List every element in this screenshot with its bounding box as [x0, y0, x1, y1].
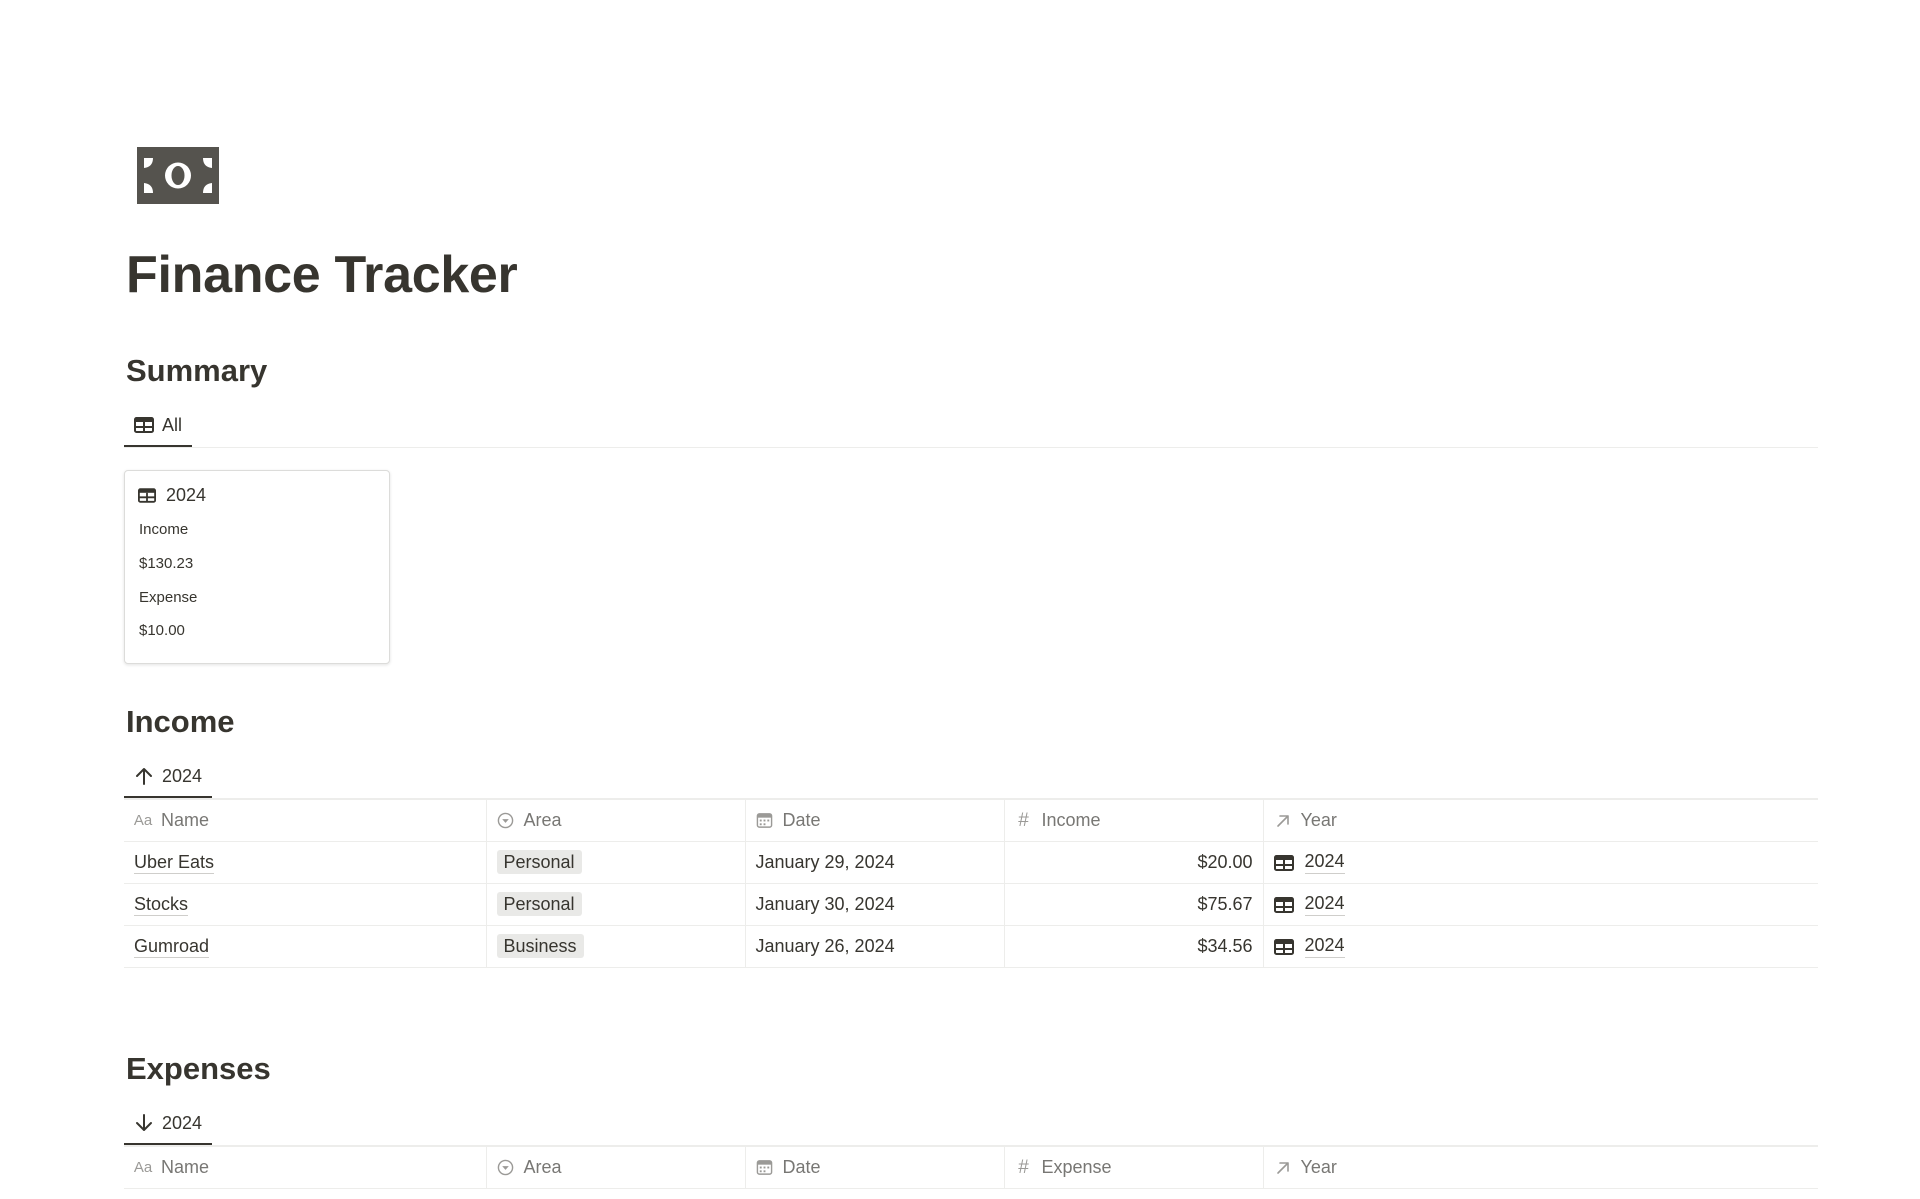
column-header-income[interactable]: # Income [1003, 799, 1263, 842]
table-row[interactable]: Gumroad Business January 26, 2024 $34.56… [124, 925, 1818, 968]
year-relation-link[interactable]: 2024 [1304, 851, 1345, 874]
column-header-year[interactable]: Year [1262, 799, 1818, 842]
number-type-icon: # [1018, 809, 1029, 831]
cell-income[interactable]: $34.56 [1003, 925, 1263, 968]
expenses-table: Aa Name Area Date # Expense Year [124, 1146, 1818, 1189]
table-icon [134, 415, 154, 435]
relation-arrow-icon [1274, 1159, 1292, 1177]
cell-year[interactable]: 2024 [1262, 883, 1818, 926]
income-view-tab-label: 2024 [162, 765, 203, 786]
table-icon [1273, 895, 1294, 915]
income-table: Aa Name Area Date # Income Year Uber Eats … [124, 799, 1818, 968]
page: Finance Tracker Summary All 2024 Income … [0, 0, 1920, 1199]
cell-name[interactable]: Uber Eats [124, 841, 486, 884]
arrow-up-icon [134, 766, 154, 786]
column-header-area[interactable]: Area [485, 799, 745, 842]
relation-arrow-icon [1274, 812, 1292, 830]
select-type-icon [497, 1159, 515, 1177]
area-tag: Personal [496, 892, 582, 916]
cell-area[interactable]: Business [485, 925, 745, 968]
expenses-heading: Expenses [126, 1051, 271, 1086]
cell-year[interactable]: 2024 [1262, 841, 1818, 884]
column-header-expense[interactable]: # Expense [1003, 1146, 1263, 1189]
summary-view-tab-label: All [162, 414, 183, 435]
income-heading: Income [126, 704, 235, 739]
arrow-down-icon [134, 1113, 154, 1133]
row-title[interactable]: Uber Eats [134, 852, 215, 874]
column-header-name[interactable]: Aa Name [124, 1146, 486, 1189]
card-income-value: $130.23 [139, 555, 194, 572]
card-title: 2024 [138, 485, 206, 506]
card-expense-label: Expense [139, 589, 198, 606]
calendar-icon [756, 1159, 774, 1177]
page-title[interactable]: Finance Tracker [126, 243, 518, 307]
column-header-date[interactable]: Date [744, 799, 1004, 842]
cell-name[interactable]: Gumroad [124, 925, 486, 968]
table-icon [138, 486, 158, 506]
income-view-tab-2024[interactable]: 2024 [124, 756, 213, 798]
area-tag: Business [496, 934, 584, 958]
money-bill-icon[interactable] [137, 147, 219, 204]
cell-date[interactable]: January 29, 2024 [744, 841, 1004, 884]
expenses-view-tab-2024[interactable]: 2024 [124, 1103, 213, 1145]
summary-view-tab-all[interactable]: All [124, 405, 193, 447]
year-relation-link[interactable]: 2024 [1304, 893, 1345, 916]
column-header-name[interactable]: Aa Name [124, 799, 486, 842]
select-type-icon [497, 812, 515, 830]
card-income-label: Income [139, 521, 189, 538]
table-header-row: Aa Name Area Date # Income Year [124, 799, 1818, 842]
table-row[interactable]: Uber Eats Personal January 29, 2024 $20.… [124, 841, 1818, 884]
text-type-icon: Aa [133, 812, 153, 829]
table-icon [1273, 937, 1294, 957]
summary-view-divider [124, 447, 1818, 448]
cell-area[interactable]: Personal [485, 883, 745, 926]
cell-income[interactable]: $75.67 [1003, 883, 1263, 926]
cell-name[interactable]: Stocks [124, 883, 486, 926]
area-tag: Personal [496, 850, 582, 874]
column-header-area[interactable]: Area [485, 1146, 745, 1189]
cell-area[interactable]: Personal [485, 841, 745, 884]
cell-date[interactable]: January 30, 2024 [744, 883, 1004, 926]
card-title-label: 2024 [166, 485, 207, 505]
year-relation-link[interactable]: 2024 [1304, 935, 1345, 958]
row-title[interactable]: Gumroad [134, 936, 210, 958]
cell-year[interactable]: 2024 [1262, 925, 1818, 968]
card-expense-value: $10.00 [139, 622, 185, 639]
table-icon [1273, 853, 1294, 873]
column-header-date[interactable]: Date [744, 1146, 1004, 1189]
cell-date[interactable]: January 26, 2024 [744, 925, 1004, 968]
number-type-icon: # [1018, 1156, 1029, 1178]
table-header-row: Aa Name Area Date # Expense Year [124, 1146, 1818, 1189]
column-header-year[interactable]: Year [1262, 1146, 1818, 1189]
summary-heading: Summary [126, 353, 268, 388]
calendar-icon [756, 812, 774, 830]
summary-card-2024[interactable]: 2024 Income $130.23 Expense $10.00 [124, 470, 390, 664]
text-type-icon: Aa [133, 1159, 153, 1176]
cell-income[interactable]: $20.00 [1003, 841, 1263, 884]
table-row[interactable]: Stocks Personal January 30, 2024 $75.67 … [124, 883, 1818, 926]
expenses-view-tab-label: 2024 [162, 1112, 203, 1133]
row-title[interactable]: Stocks [134, 894, 189, 916]
